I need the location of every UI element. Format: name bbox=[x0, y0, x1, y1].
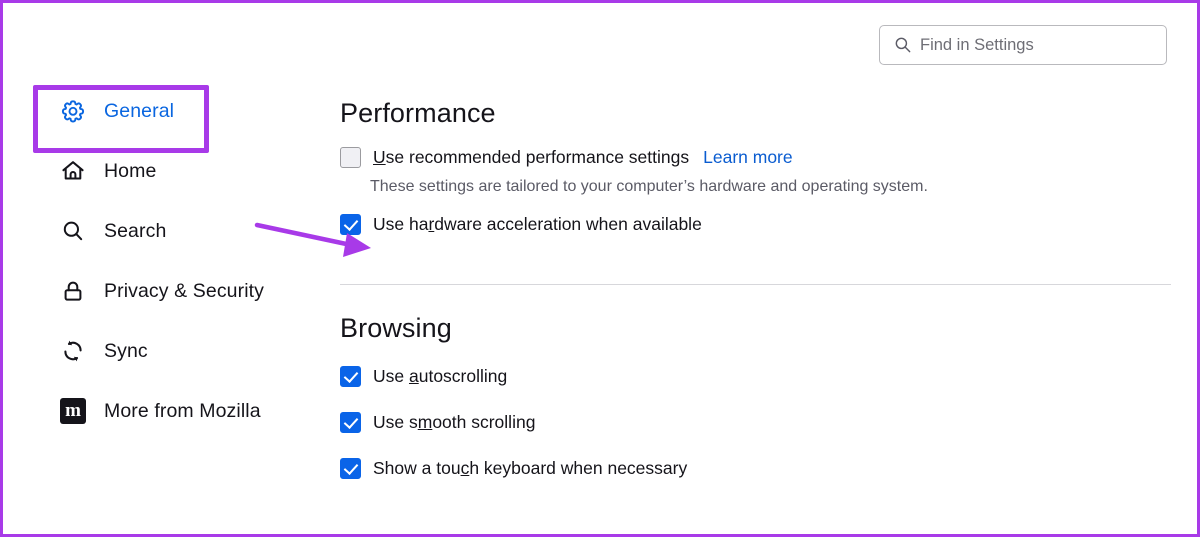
sidebar-item-more-from-mozilla[interactable]: m More from Mozilla bbox=[3, 381, 303, 441]
checkbox-recommended-performance[interactable] bbox=[340, 147, 361, 168]
sidebar-item-label: Sync bbox=[104, 339, 148, 362]
find-in-settings-box[interactable] bbox=[879, 25, 1167, 65]
access-key: c bbox=[460, 458, 470, 478]
sidebar-item-label: Privacy & Security bbox=[104, 279, 265, 302]
page-title-browsing: Browsing bbox=[340, 313, 452, 343]
label-text-after: dware acceleration when available bbox=[434, 214, 702, 234]
setting-label-autoscrolling: Use autoscrolling bbox=[373, 366, 507, 387]
label-text-after: ooth scrolling bbox=[432, 412, 536, 432]
access-key: U bbox=[373, 147, 386, 167]
learn-more-link[interactable]: Learn more bbox=[703, 147, 793, 168]
checkbox-touch-keyboard[interactable] bbox=[340, 458, 361, 479]
setting-row-recommended-performance[interactable]: Use recommended performance settings Lea… bbox=[340, 147, 1175, 168]
access-key: m bbox=[417, 412, 433, 432]
gear-icon bbox=[58, 96, 88, 126]
mozilla-icon: m bbox=[58, 396, 88, 426]
search-input[interactable] bbox=[920, 35, 1156, 55]
home-icon bbox=[58, 156, 88, 186]
setting-row-touch-keyboard[interactable]: Show a touch keyboard when necessary bbox=[340, 458, 1175, 479]
settings-sidebar: General Home Search Privacy & Security S… bbox=[3, 81, 303, 441]
settings-page: General Home Search bbox=[0, 0, 1200, 537]
label-text-before: Show a tou bbox=[373, 458, 461, 478]
label-text-after: utoscrolling bbox=[418, 366, 508, 386]
sidebar-item-general[interactable]: General bbox=[3, 81, 303, 141]
setting-row-hardware-acceleration[interactable]: Use hardware acceleration when available bbox=[340, 214, 1175, 235]
checkbox-autoscrolling[interactable] bbox=[340, 366, 361, 387]
label-text-before: Use s bbox=[373, 412, 418, 432]
setting-label-recommended-performance: Use recommended performance settings bbox=[373, 147, 689, 168]
page-title-performance: Performance bbox=[340, 98, 496, 128]
sidebar-item-home[interactable]: Home bbox=[3, 141, 303, 201]
access-key: a bbox=[408, 366, 419, 386]
setting-label-smooth-scrolling: Use smooth scrolling bbox=[373, 412, 535, 433]
checkbox-smooth-scrolling[interactable] bbox=[340, 412, 361, 433]
label-text-before: Use ha bbox=[373, 214, 429, 234]
label-text-before: Use bbox=[373, 366, 409, 386]
sidebar-item-label: Search bbox=[104, 219, 167, 242]
sync-icon bbox=[58, 336, 88, 366]
sidebar-item-sync[interactable]: Sync bbox=[3, 321, 303, 381]
setting-label-touch-keyboard: Show a touch keyboard when necessary bbox=[373, 458, 687, 479]
sidebar-item-privacy-security[interactable]: Privacy & Security bbox=[3, 261, 303, 321]
sidebar-item-label: General bbox=[104, 99, 175, 122]
search-icon bbox=[895, 37, 911, 53]
lock-icon bbox=[58, 276, 88, 306]
section-divider bbox=[340, 284, 1171, 285]
setting-row-smooth-scrolling[interactable]: Use smooth scrolling bbox=[340, 412, 1175, 433]
label-text-after: h keyboard when necessary bbox=[469, 458, 688, 478]
mozilla-logo-glyph: m bbox=[60, 398, 86, 424]
setting-label-hardware-acceleration: Use hardware acceleration when available bbox=[373, 214, 702, 235]
sidebar-item-label: More from Mozilla bbox=[104, 399, 261, 422]
sidebar-item-search[interactable]: Search bbox=[3, 201, 303, 261]
settings-content: Performance Use recommended performance … bbox=[340, 98, 1175, 479]
performance-description: These settings are tailored to your comp… bbox=[370, 178, 928, 195]
checkbox-hardware-acceleration[interactable] bbox=[340, 214, 361, 235]
label-text: se recommended performance settings bbox=[385, 147, 690, 167]
search-icon bbox=[58, 216, 88, 246]
sidebar-item-label: Home bbox=[104, 159, 157, 182]
setting-row-autoscrolling[interactable]: Use autoscrolling bbox=[340, 366, 1175, 387]
